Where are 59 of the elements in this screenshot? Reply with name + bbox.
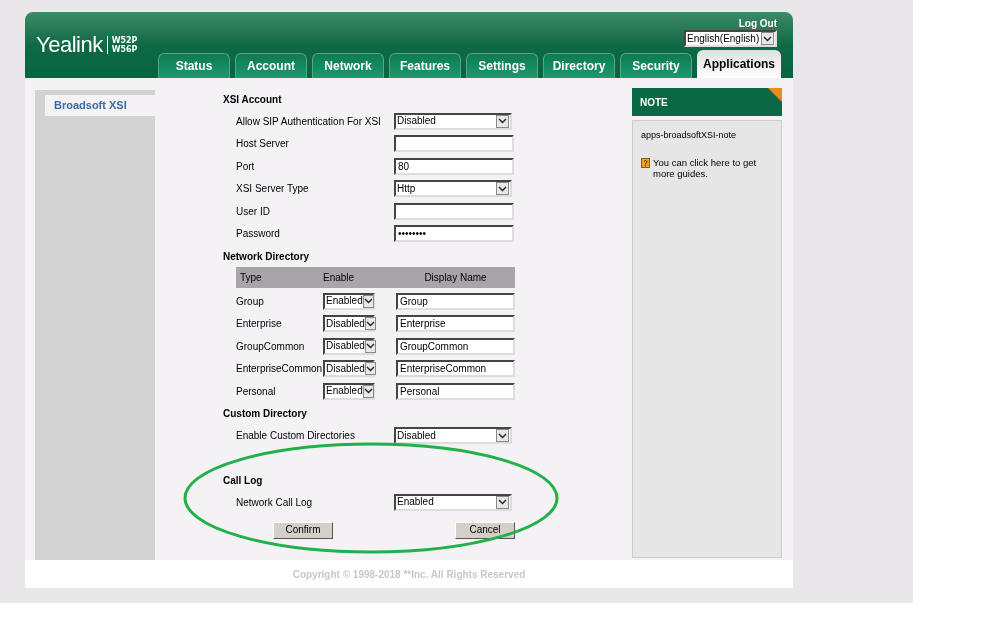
input-field[interactable] [394,135,514,153]
table-cell-text: Enterprise [236,317,282,332]
dropdown[interactable]: Http [394,180,512,198]
field-label: User ID [236,204,271,219]
table-cell-text: Personal [236,384,276,399]
input-field[interactable]: Group [396,292,515,310]
tab[interactable]: Network [312,53,384,78]
tab[interactable]: Settings [466,53,538,78]
dropdown[interactable]: Disabled [394,427,512,445]
sidebar-item[interactable]: Broadsoft XSI [45,95,155,116]
note-key: apps-broadsoftXSI-note [641,129,737,143]
dropdown[interactable]: Enabled [323,382,375,400]
section-heading: XSI Account [223,92,282,107]
tab[interactable]: Account [235,53,307,78]
tab[interactable]: Features [389,53,461,78]
cancel-button[interactable]: Cancel [455,521,515,539]
input-field[interactable]: Personal [396,382,515,400]
field-label: Enable Custom Directories [236,429,356,444]
help-link[interactable]: You can click here to get more guides. [653,156,773,179]
language-dropdown[interactable]: English(English) [684,30,777,47]
model-label: W52P [111,36,138,45]
logout-link[interactable]: Log Out [738,16,777,31]
dropdown[interactable]: Enabled [394,493,512,511]
model-label: W56P [111,45,138,54]
dropdown[interactable]: Disabled [323,337,375,355]
table-cell-text: GroupCommon [236,339,305,354]
dropdown[interactable]: Enabled [323,292,375,310]
section-heading: Call Log [223,473,263,488]
input-field[interactable]: •••••••• [394,225,514,243]
field-label: Allow SIP Authentication For XSI [236,114,382,129]
input-field[interactable]: GroupCommon [396,337,515,355]
input-field[interactable]: EnterpriseCommon [396,360,515,378]
corner-fold-icon [768,88,782,102]
tab[interactable]: Directory [543,53,615,78]
section-heading: Custom Directory [223,407,307,421]
dropdown[interactable]: Disabled [394,112,512,130]
column-header: Enable [323,271,356,285]
field-label: Password [236,227,281,242]
field-label: Host Server [236,137,290,152]
help-icon [641,157,650,168]
tab[interactable]: Applications [697,50,781,78]
dropdown[interactable]: Disabled [323,360,375,378]
column-header: Type [239,271,263,285]
section-heading: Network Directory [223,249,310,264]
dropdown[interactable]: Disabled [323,315,375,333]
tab[interactable]: Security [620,53,692,78]
table-cell-text: EnterpriseCommon [236,362,323,377]
column-header: Display Name [424,271,487,285]
field-label: XSI Server Type [236,182,310,197]
field-label: Network Call Log [236,495,314,510]
input-field[interactable]: 80 [394,157,514,175]
note-title: NOTE [640,95,668,110]
tab[interactable]: Status [158,53,230,78]
input-field[interactable]: Enterprise [396,315,515,333]
confirm-button[interactable]: Confirm [273,521,333,539]
brand-logo: Yealink [36,34,103,56]
input-field[interactable] [394,202,514,220]
table-cell-text: Group [236,294,264,309]
field-label: Port [236,159,256,174]
